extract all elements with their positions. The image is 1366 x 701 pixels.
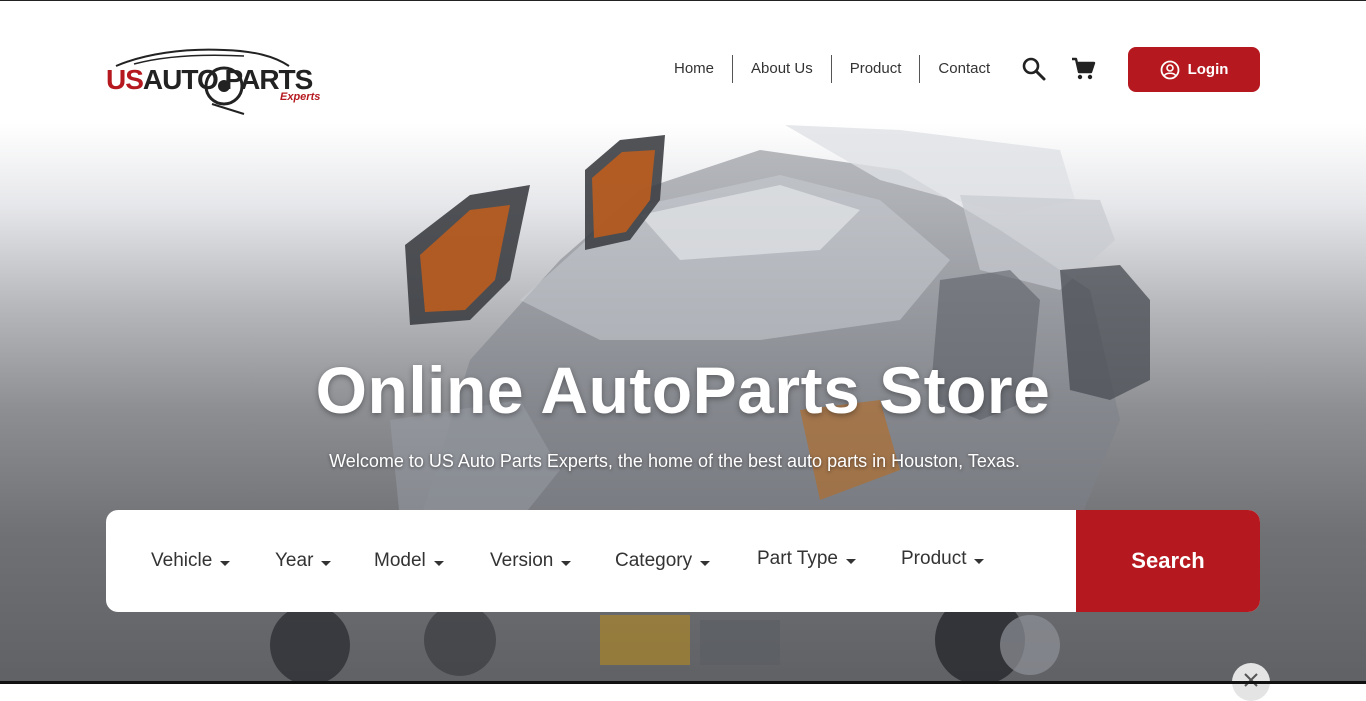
parts-search-bar: Vehicle Year Model Version Category Part… — [106, 510, 1260, 612]
close-icon — [1244, 673, 1258, 687]
nav-product[interactable]: Product — [832, 55, 920, 83]
category-label: Category — [615, 550, 693, 571]
part-type-dropdown[interactable]: Part Type — [757, 510, 856, 610]
login-button[interactable]: Login — [1128, 47, 1260, 92]
cart-icon[interactable] — [1070, 56, 1096, 82]
model-dropdown[interactable]: Model — [374, 510, 444, 612]
hero-title: Online AutoParts Store — [315, 353, 1051, 427]
nav-home[interactable]: Home — [660, 55, 732, 83]
chevron-down-icon — [433, 560, 444, 566]
chevron-down-icon — [845, 558, 856, 564]
nav-about-us[interactable]: About Us — [733, 55, 831, 83]
part-type-label: Part Type — [757, 548, 838, 569]
version-label: Version — [490, 550, 554, 571]
chevron-down-icon — [220, 560, 231, 566]
site-header: USAUTO PARTS Experts Home About Us Produ… — [0, 0, 1366, 130]
category-dropdown[interactable]: Category — [615, 510, 711, 612]
product-dropdown[interactable]: Product — [901, 510, 985, 610]
vehicle-label: Vehicle — [151, 550, 213, 571]
chevron-down-icon — [974, 558, 985, 564]
nav-contact[interactable]: Contact — [920, 55, 1008, 83]
model-label: Model — [374, 550, 426, 571]
search-icon[interactable] — [1021, 56, 1047, 82]
site-logo[interactable]: USAUTO PARTS Experts — [104, 44, 334, 116]
year-label: Year — [275, 550, 314, 571]
logo-tagline: Experts — [280, 91, 321, 103]
year-dropdown[interactable]: Year — [275, 510, 332, 612]
chevron-down-icon — [321, 560, 332, 566]
hero-subtitle: Welcome to US Auto Parts Experts, the ho… — [329, 451, 1020, 471]
product-label: Product — [901, 548, 967, 569]
login-label: Login — [1187, 61, 1229, 78]
version-dropdown[interactable]: Version — [490, 510, 572, 612]
chevron-down-icon — [561, 560, 572, 566]
main-nav: Home About Us Product Contact — [660, 55, 1008, 83]
vehicle-dropdown[interactable]: Vehicle — [151, 510, 231, 612]
user-circle-icon — [1160, 60, 1179, 79]
chevron-down-icon — [700, 560, 711, 566]
search-button[interactable]: Search — [1076, 510, 1260, 612]
